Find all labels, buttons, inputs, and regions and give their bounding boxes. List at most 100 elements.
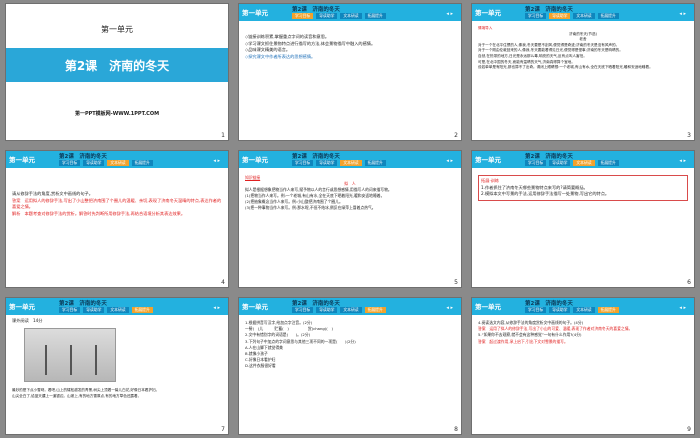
tab-learning-goals[interactable]: 学习目标 <box>525 13 547 19</box>
tab-extension[interactable]: 拓展提升 <box>597 307 619 313</box>
slide-header: 第一单元 第2课 济南的冬天 学习目标 导读助学 文本研读 拓展提升 ◂ ▸ <box>472 151 694 168</box>
passage-line: 山尖全白了,给蓝天镶上一道银边。山坡上,有的地方雪厚点,有的地方草色还露着。 <box>12 393 142 398</box>
slide-number: 1 <box>221 132 225 139</box>
answer-line: 答案 起过渡作用,承上启下,引出下文对雪景的描写。 <box>478 338 568 344</box>
tab-text-study[interactable]: 文本研读 <box>573 13 595 19</box>
nav-arrows-icon[interactable]: ◂ ▸ <box>446 305 453 311</box>
tab-guided-reading[interactable]: 导读助学 <box>83 160 105 166</box>
nav-arrows-icon[interactable]: ◂ ▸ <box>213 158 220 164</box>
slide-header: 第一单元 第2课 济南的冬天 学习目标 导读助学 文本研读 拓展提升 ◂ ▸ <box>472 4 694 21</box>
exercise-line: 2.模拟本文中写景的手法,运用修辞手法描写一处景物,写出它的特点。 <box>481 191 610 197</box>
tab-guided-reading[interactable]: 导读助学 <box>83 307 105 313</box>
slide-header: 第一单元 第2课 济南的冬天 学习目标 导读助学 文本研读 拓展提升 ◂ ▸ <box>239 151 461 168</box>
tab-text-study[interactable]: 文本研读 <box>573 307 595 313</box>
tab-guided-reading[interactable]: 导读助学 <box>549 160 571 166</box>
slide-grid: 第一单元 第2课 济南的冬天 第一PPT模板网-WWW.1PPT.COM 1 第… <box>6 4 694 434</box>
tab-text-study[interactable]: 文本研读 <box>107 307 129 313</box>
lesson-title: 第2课 济南的冬天 <box>525 154 573 160</box>
slide-header: 第一单元 第2课 济南的冬天 学习目标 导读助学 文本研读 拓展提升 ◂ ▸ <box>6 298 228 315</box>
slide-header: 第一单元 第2课 济南的冬天 学习目标 导读助学 文本研读 拓展提升 ◂ ▸ <box>472 298 694 315</box>
unit-title: 第一单元 <box>101 25 133 34</box>
tab-guided-reading[interactable]: 导读助学 <box>549 307 571 313</box>
slide-thumbnail-8[interactable]: 第一单元 第2课 济南的冬天 学习目标 导读助学 文本研读 拓展提升 ◂ ▸ 1… <box>239 298 461 434</box>
unit-tag: 第一单元 <box>475 156 501 164</box>
nav-arrows-icon[interactable]: ◂ ▸ <box>679 158 686 164</box>
goal-line: ◇链接训练积累,掌握重点字词的读音和意思。 <box>245 34 330 39</box>
tab-extension[interactable]: 拓展提升 <box>131 160 153 166</box>
tab-extension[interactable]: 拓展提升 <box>597 160 619 166</box>
tab-extension[interactable]: 拓展提升 <box>131 307 153 313</box>
tab-guided-reading[interactable]: 导读助学 <box>316 160 338 166</box>
slide-thumbnail-7[interactable]: 第一单元 第2课 济南的冬天 学习目标 导读助学 文本研读 拓展提升 ◂ ▸ 课… <box>6 298 228 434</box>
slide-thumbnail-3[interactable]: 第一单元 第2课 济南的冬天 学习目标 导读助学 文本研读 拓展提升 ◂ ▸ 情… <box>472 4 694 140</box>
tab-learning-goals[interactable]: 学习目标 <box>292 160 314 166</box>
slide-thumbnail-1[interactable]: 第一单元 第2课 济南的冬天 第一PPT模板网-WWW.1PPT.COM 1 <box>6 4 228 140</box>
lesson-title: 第2课 济南的冬天 <box>292 7 340 13</box>
exercise-box: 拓展·训练 1.作者抓住了济南冬天哪些景物特点来写的?请简要概括。 2.模拟本文… <box>478 175 688 201</box>
nav-arrows-icon[interactable]: ◂ ▸ <box>446 158 453 164</box>
tab-text-study[interactable]: 文本研读 <box>340 160 362 166</box>
tab-learning-goals[interactable]: 学习目标 <box>59 160 81 166</box>
question-line: 请从修辞手法的角度,赏析文中画线的句子。 <box>12 191 93 196</box>
lesson-title: 第2课 济南的冬天 <box>525 7 573 13</box>
lesson-title: 第2课 济南的冬天 <box>292 301 340 307</box>
tree-icon <box>70 345 72 375</box>
slide-number: 3 <box>687 132 691 139</box>
site-credit: 第一PPT模板网-WWW.1PPT.COM <box>74 111 160 117</box>
answer-line: 答案 运用拟人的修辞手法,写出了小山整把济南围了个圈儿的温暖、亲切,表现了济南冬… <box>12 197 222 210</box>
nav-arrows-icon[interactable]: ◂ ▸ <box>679 305 686 311</box>
slide-number: 9 <box>687 426 691 433</box>
tab-extension[interactable]: 拓展提升 <box>364 160 386 166</box>
slide-number: 5 <box>454 279 458 286</box>
unit-tag: 第一单元 <box>242 156 268 164</box>
tree-icon <box>45 345 47 375</box>
reading-label: 课外阅读 14分 <box>12 318 43 323</box>
tab-learning-goals[interactable]: 学习目标 <box>59 307 81 313</box>
nav-arrows-icon[interactable]: ◂ ▸ <box>446 11 453 17</box>
tab-text-study[interactable]: 文本研读 <box>107 160 129 166</box>
tab-text-study[interactable]: 文本研读 <box>573 160 595 166</box>
goal-line: ◇品味课文精美的语言。 <box>245 47 291 53</box>
slide-thumbnail-2[interactable]: 第一单元 第2课 济南的冬天 学习目标 导读助学 文本研读 拓展提升 ◂ ▸ ◇… <box>239 4 461 140</box>
unit-tag: 第一单元 <box>9 303 35 311</box>
slide-header: 第一单元 第2课 济南的冬天 学习目标 导读助学 文本研读 拓展提升 ◂ ▸ <box>6 151 228 168</box>
slide-header: 第一单元 第2课 济南的冬天 学习目标 导读助学 文本研读 拓展提升 ◂ ▸ <box>239 298 461 315</box>
knowledge-line: (3)把一种事物当作人来写。例:那水呢,不但不结冰,倒反在绿萍上冒着点热气。 <box>245 205 376 210</box>
tab-text-study[interactable]: 文本研读 <box>340 307 362 313</box>
slide-thumbnail-6[interactable]: 第一单元 第2课 济南的冬天 学习目标 导读助学 文本研读 拓展提升 ◂ ▸ 拓… <box>472 151 694 287</box>
tab-extension[interactable]: 拓展提升 <box>597 13 619 19</box>
slide-number: 2 <box>454 132 458 139</box>
tab-learning-goals[interactable]: 学习目标 <box>525 307 547 313</box>
slide-number: 8 <box>454 426 458 433</box>
tab-text-study[interactable]: 文本研读 <box>340 13 362 19</box>
tab-learning-goals[interactable]: 学习目标 <box>292 307 314 313</box>
unit-tag: 第一单元 <box>9 156 35 164</box>
tab-guided-reading[interactable]: 导读助学 <box>316 13 338 19</box>
tab-extension[interactable]: 拓展提升 <box>364 307 386 313</box>
lesson-title: 第2课 济南的冬天 <box>59 154 107 160</box>
nav-arrows-icon[interactable]: ◂ ▸ <box>679 11 686 17</box>
tab-guided-reading[interactable]: 导读助学 <box>316 307 338 313</box>
slide-thumbnail-9[interactable]: 第一单元 第2课 济南的冬天 学习目标 导读助学 文本研读 拓展提升 ◂ ▸ 4… <box>472 298 694 434</box>
lesson-title: 第2课 济南的冬天 <box>64 59 170 73</box>
slide-thumbnail-4[interactable]: 第一单元 第2课 济南的冬天 学习目标 导读助学 文本研读 拓展提升 ◂ ▸ 请… <box>6 151 228 287</box>
tab-extension[interactable]: 拓展提升 <box>364 13 386 19</box>
slide-number: 7 <box>221 426 225 433</box>
analysis-line: 解析 本题考查对修辞手法的赏析。解答时先判断所用修辞手法,再结合语境分析其表达效… <box>12 210 186 216</box>
unit-tag: 第一单元 <box>475 9 501 17</box>
tab-learning-goals[interactable]: 学习目标 <box>525 160 547 166</box>
lesson-title: 第2课 济南的冬天 <box>59 301 107 307</box>
unit-tag: 第一单元 <box>242 9 268 17</box>
unit-tag: 第一单元 <box>242 303 268 311</box>
lesson-title: 第2课 济南的冬天 <box>292 154 340 160</box>
snow-landscape-image <box>24 328 116 382</box>
goal-line: ◇探究课文中作者所表达的思想感情。 <box>245 53 316 59</box>
slide-number: 6 <box>687 279 691 286</box>
tab-learning-goals[interactable]: 学习目标 <box>292 13 314 19</box>
unit-tag: 第一单元 <box>475 303 501 311</box>
slide-header: 第一单元 第2课 济南的冬天 学习目标 导读助学 文本研读 拓展提升 ◂ ▸ <box>239 4 461 21</box>
nav-arrows-icon[interactable]: ◂ ▸ <box>213 305 220 311</box>
tab-guided-reading[interactable]: 导读助学 <box>549 13 571 19</box>
section-heading: 拓展·训练 <box>481 178 500 183</box>
slide-thumbnail-5[interactable]: 第一单元 第2课 济南的冬天 学习目标 导读助学 文本研读 拓展提升 ◂ ▸ 知… <box>239 151 461 287</box>
